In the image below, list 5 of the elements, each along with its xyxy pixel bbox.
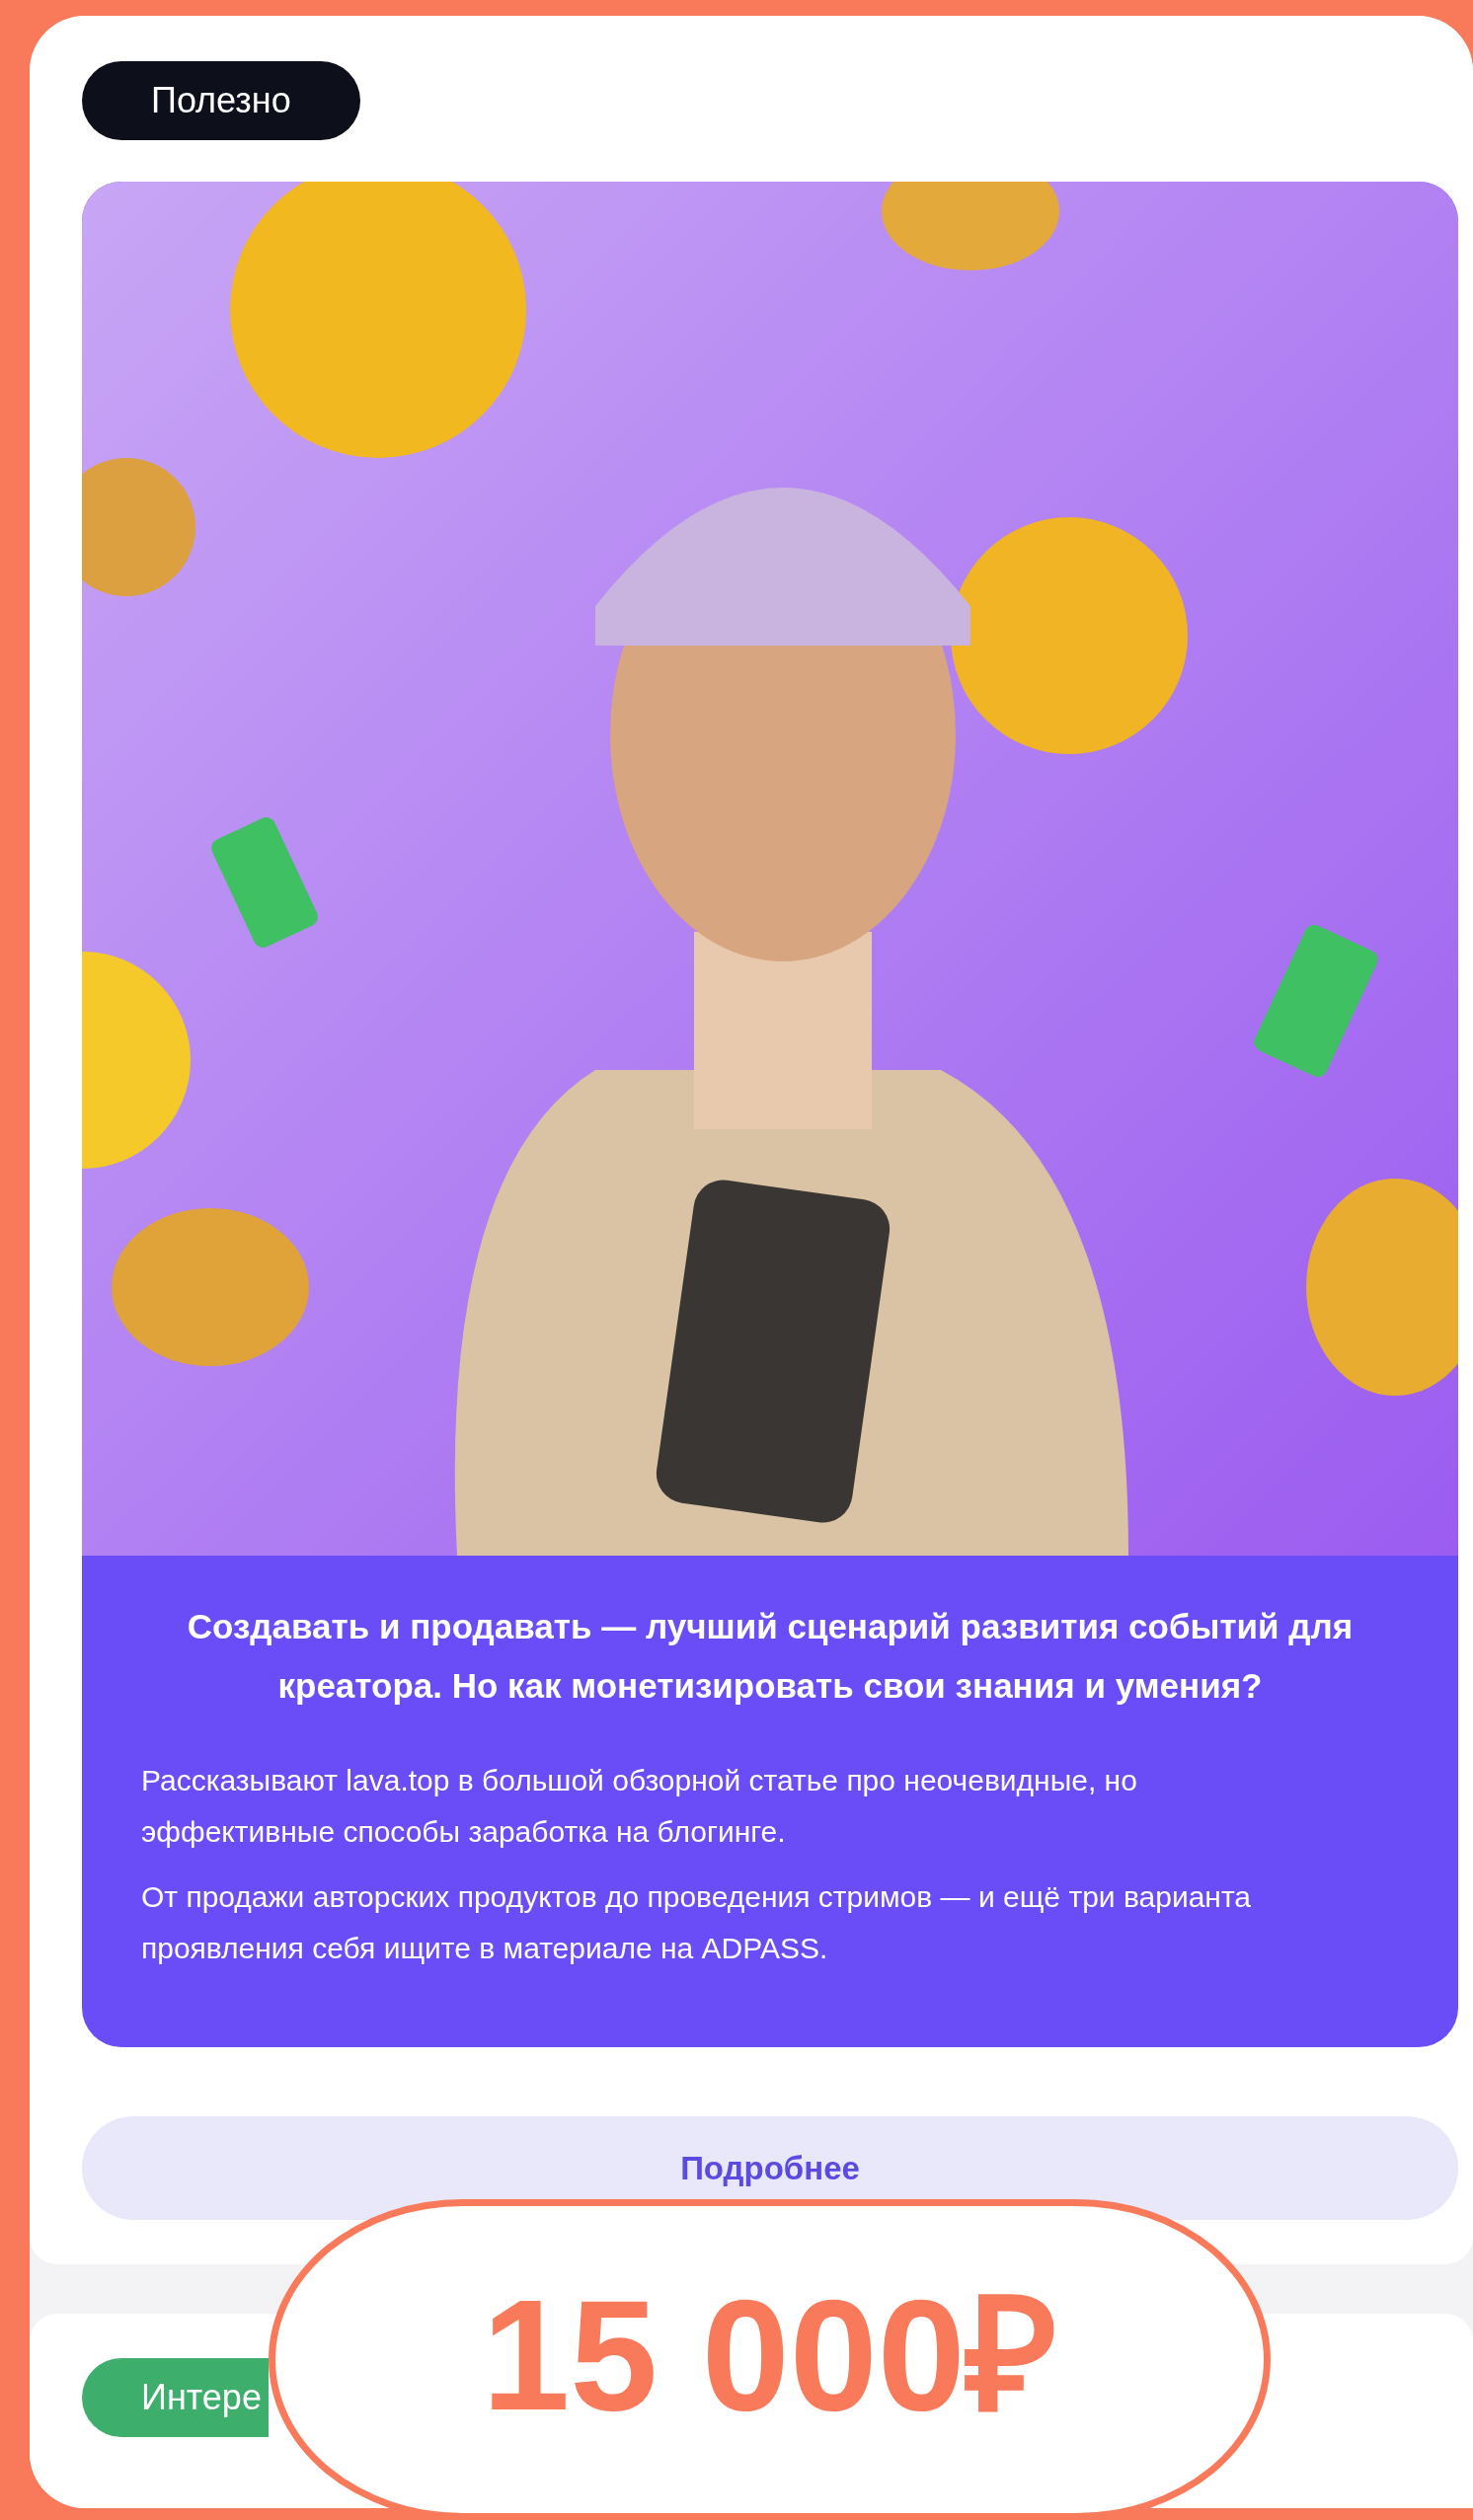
category-tag[interactable]: Интере bbox=[82, 2358, 269, 2437]
post-paragraph: От продажи авторских продуктов до проведения стримов — и ещё три варианта проявления себя ищите в материале на ADPASS. bbox=[141, 1879, 1252, 1966]
category-tag[interactable]: Полезно bbox=[82, 61, 360, 140]
post-paragraph: Рассказывают lava.top в большой обзорной статье про неочевидные, но эффективные способы заработка на блогинге. bbox=[141, 1763, 1138, 1850]
post-heading: Создавать и продавать — лучший сценарий развития событий для креатора. Но как монетизировать свои знания и умения? bbox=[186, 1606, 1355, 1707]
